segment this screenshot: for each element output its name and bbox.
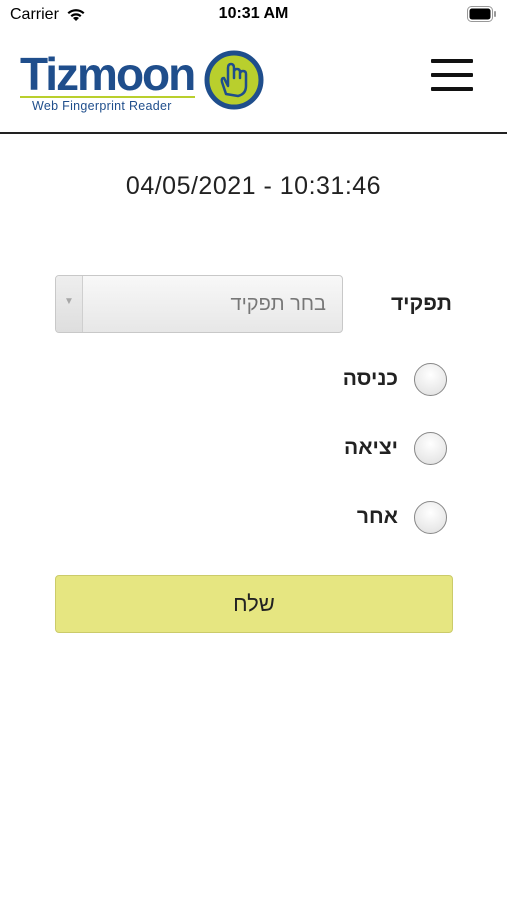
radio-button[interactable] [414, 431, 447, 465]
role-select[interactable]: ▼ בחר תפקיד [55, 275, 343, 333]
status-clock: 10:31 AM [218, 5, 289, 22]
radio-label: יציאה [344, 436, 398, 459]
role-select-value: בחר תפקיד [230, 293, 326, 315]
logo-subtitle: Web Fingerprint Reader [32, 99, 172, 113]
submit-button[interactable]: שלח [55, 575, 453, 633]
select-arrow-box: ▼ [56, 276, 83, 332]
tizmoon-logo: Tizmoon Web Fingerprint Reader [20, 48, 270, 118]
current-datetime: 04/05/2021 - 10:31:46 [125, 172, 382, 200]
role-label: תפקיד [390, 292, 452, 315]
hamburger-icon-bar [431, 73, 473, 77]
radio-option-exit[interactable]: יציאה [344, 431, 447, 465]
radio-button[interactable] [414, 362, 447, 396]
chevron-down-icon: ▼ [64, 296, 74, 307]
radio-button[interactable] [414, 500, 447, 534]
radio-label: אחר [356, 505, 398, 528]
hamburger-icon-bar [431, 87, 473, 91]
status-bar: Carrier 10:31 AM [0, 0, 507, 32]
app-header: Tizmoon Web Fingerprint Reader [0, 32, 507, 134]
hamburger-menu-button[interactable] [431, 59, 473, 95]
radio-option-other[interactable]: אחר [357, 500, 447, 534]
radio-label: כניסה [342, 367, 398, 390]
battery-icon [467, 6, 496, 22]
logo-underline [20, 96, 195, 98]
submit-label: שלח [233, 591, 275, 616]
radio-option-entry[interactable]: כניסה [343, 362, 447, 396]
hamburger-icon-bar [431, 59, 473, 63]
logo-wordmark: Tizmoon [20, 48, 196, 100]
fingerprint-hand-icon [204, 50, 264, 110]
